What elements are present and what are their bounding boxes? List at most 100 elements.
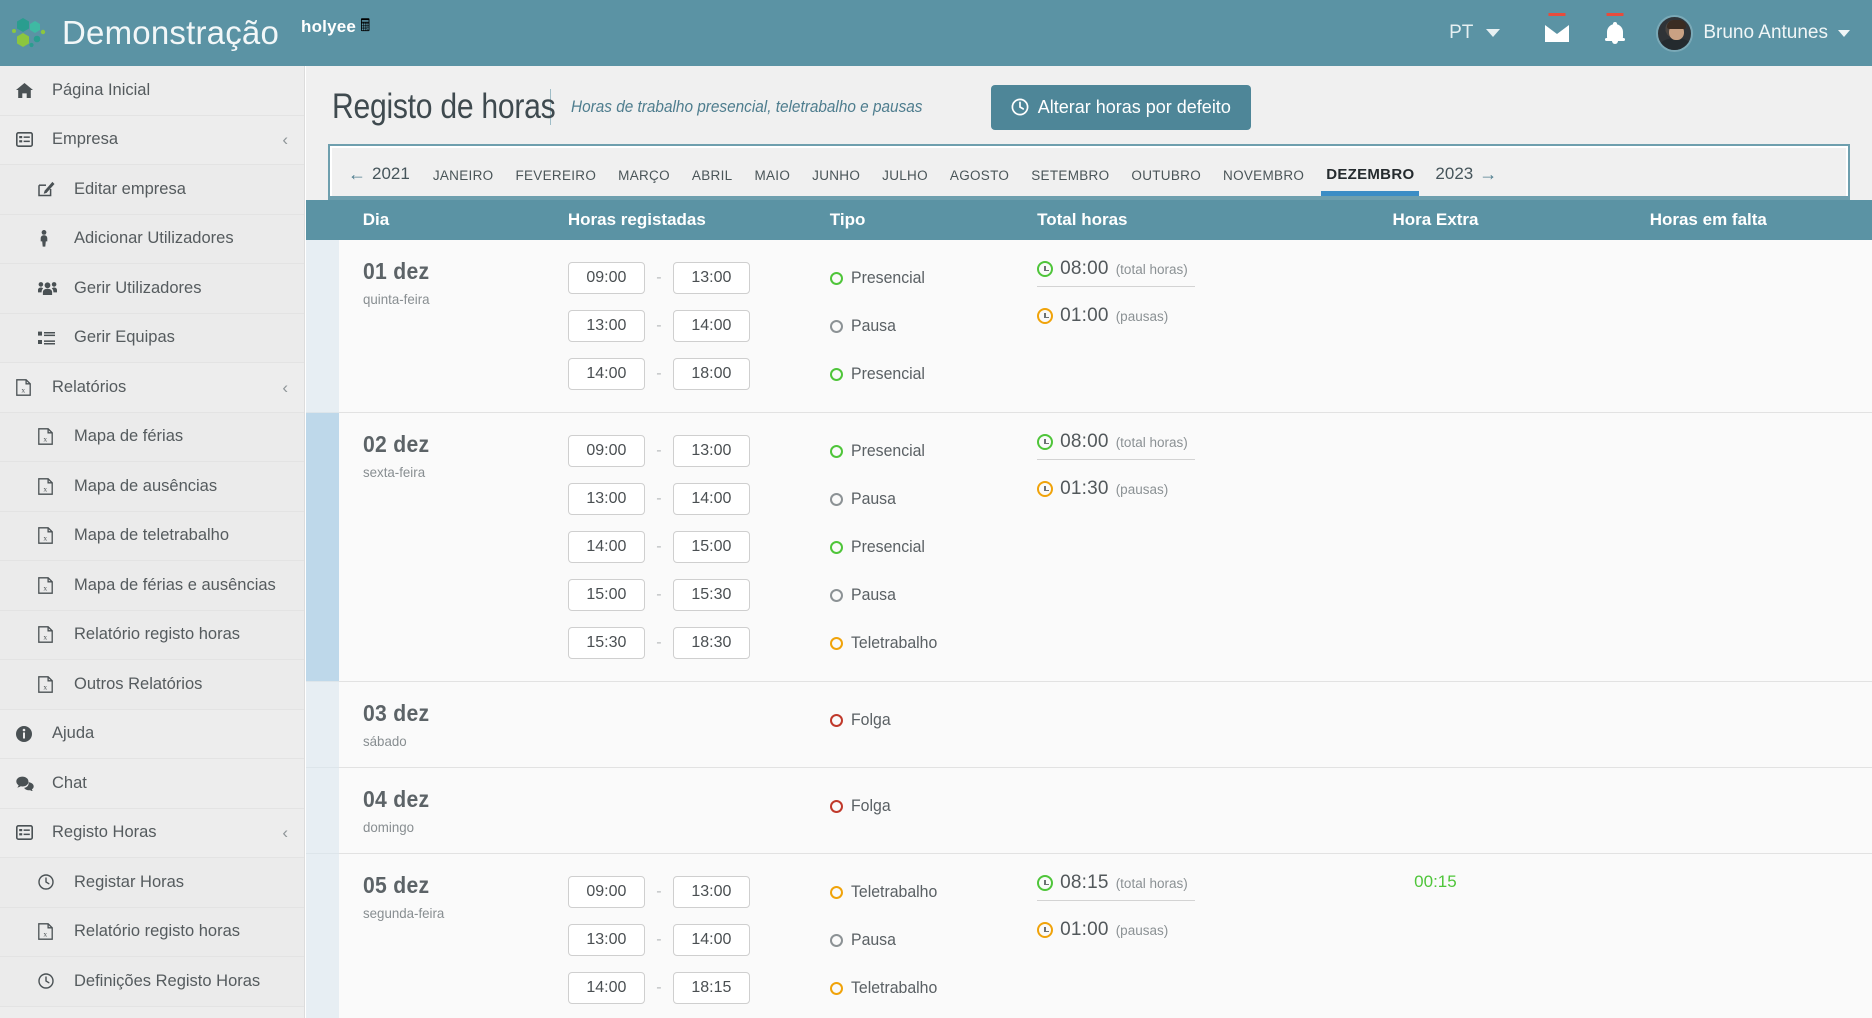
month-tab-janeiro[interactable]: JANEIRO (422, 168, 505, 196)
end-time-input[interactable]: 14:00 (673, 924, 750, 956)
start-time-input[interactable]: 09:00 (568, 435, 645, 467)
month-tab-agosto[interactable]: AGOSTO (939, 168, 1020, 196)
month-tab-abril[interactable]: ABRIL (681, 168, 744, 196)
sidebar-item-mapa-de-ferias-e-ausencias[interactable]: xMapa de férias e ausências (0, 561, 304, 611)
type-entry[interactable]: Presencial (830, 354, 1037, 394)
month-tab-julho[interactable]: JULHO (871, 168, 939, 196)
type-entry[interactable]: Presencial (830, 527, 1037, 567)
start-time-input[interactable]: 15:30 (568, 627, 645, 659)
month-tab-dezembro[interactable]: DEZEMBRO (1315, 166, 1425, 196)
end-time-input[interactable]: 14:00 (673, 483, 750, 515)
type-entry[interactable]: Pausa (830, 920, 1037, 960)
alterar-horas-por-defeito-button[interactable]: Alterar horas por defeito (991, 85, 1251, 130)
type-entry[interactable]: Teletrabalho (830, 872, 1037, 912)
user-name: Bruno Antunes (1703, 22, 1828, 44)
end-time-input[interactable]: 15:30 (673, 579, 750, 611)
sidebar-item-chat[interactable]: Chat (0, 759, 304, 809)
type-entry[interactable]: Pausa (830, 306, 1037, 346)
type-radio-icon[interactable] (830, 493, 843, 506)
sidebar-item-editar-empresa[interactable]: Editar empresa (0, 165, 304, 215)
start-time-input[interactable]: 13:00 (568, 310, 645, 342)
type-radio-icon[interactable] (830, 589, 843, 602)
end-time-input[interactable]: 13:00 (673, 262, 750, 294)
type-entry[interactable]: Presencial (830, 258, 1037, 298)
next-year-button[interactable]: 2023→ (1431, 164, 1509, 196)
type-entry[interactable]: Folga (830, 700, 1037, 740)
table-row[interactable]: 05 dezsegunda-feira09:00-13:0013:00-14:0… (306, 854, 1872, 1018)
type-radio-icon[interactable] (830, 272, 843, 285)
end-time-input[interactable]: 18:00 (673, 358, 750, 390)
start-time-input[interactable]: 14:00 (568, 972, 645, 1004)
table-row[interactable]: 01 dezquinta-feira09:00-13:0013:00-14:00… (306, 240, 1872, 413)
sidebar-item-gerir-utilizadores[interactable]: Gerir Utilizadores (0, 264, 304, 314)
sidebar-item-registar-horas[interactable]: Registar Horas (0, 858, 304, 908)
month-tab-novembro[interactable]: NOVEMBRO (1212, 168, 1315, 196)
type-radio-icon[interactable] (830, 541, 843, 554)
start-time-input[interactable]: 09:00 (568, 262, 645, 294)
user-menu[interactable]: Bruno Antunes (1644, 15, 1850, 52)
end-time-input[interactable]: 18:30 (673, 627, 750, 659)
type-entry[interactable]: Pausa (830, 479, 1037, 519)
sidebar-item-registo-horas[interactable]: Registo Horas‹ (0, 809, 304, 859)
end-time-input[interactable]: 18:15 (673, 972, 750, 1004)
sidebar-item-mapa-de-teletrabalho[interactable]: xMapa de teletrabalho (0, 512, 304, 562)
type-entry[interactable]: Pausa (830, 575, 1037, 615)
sidebar-item-pagina-inicial[interactable]: Página Inicial (0, 66, 304, 116)
type-radio-icon[interactable] (830, 445, 843, 458)
sidebar-item-empresa[interactable]: Empresa‹ (0, 116, 304, 166)
pausas-value: 01:00(pausas) (1037, 919, 1326, 941)
start-time-input[interactable]: 09:00 (568, 876, 645, 908)
type-entry[interactable]: Teletrabalho (830, 968, 1037, 1008)
month-tab-junho[interactable]: JUNHO (801, 168, 871, 196)
hours-table-wrapper: Dia Horas registadas Tipo Total horas Ho… (306, 200, 1872, 1018)
previous-year-button[interactable]: ←2021 (344, 164, 422, 196)
sidebar-item-relatorio-registo-horas[interactable]: xRelatório registo horas (0, 611, 304, 661)
sidebar-item-mapa-de-ferias[interactable]: xMapa de férias (0, 413, 304, 463)
month-tab-setembro[interactable]: SETEMBRO (1020, 168, 1120, 196)
end-time-input[interactable]: 15:00 (673, 531, 750, 563)
table-row[interactable]: 02 dezsexta-feira09:00-13:0013:00-14:001… (306, 413, 1872, 682)
start-time-input[interactable]: 13:00 (568, 924, 645, 956)
month-tab-marco[interactable]: MARÇO (607, 168, 681, 196)
brand[interactable]: Demonstração (0, 10, 279, 56)
start-time-input[interactable]: 14:00 (568, 531, 645, 563)
end-time-input[interactable]: 13:00 (673, 876, 750, 908)
start-time-input[interactable]: 15:00 (568, 579, 645, 611)
type-radio-icon[interactable] (830, 800, 843, 813)
total-horas-value: 08:15(total horas) (1037, 872, 1195, 901)
sidebar-item-gerir-equipas[interactable]: Gerir Equipas (0, 314, 304, 364)
start-time-input[interactable]: 14:00 (568, 358, 645, 390)
start-time-input[interactable]: 13:00 (568, 483, 645, 515)
table-row[interactable]: 04 dezdomingoFolga (306, 768, 1872, 854)
notifications-button[interactable] (1586, 10, 1644, 56)
svg-text:x: x (43, 534, 47, 543)
type-radio-icon[interactable] (830, 368, 843, 381)
type-radio-icon[interactable] (830, 934, 843, 947)
sidebar-navigation: Página InicialEmpresa‹Editar empresaAdic… (0, 66, 305, 1018)
type-entry[interactable]: Presencial (830, 431, 1037, 471)
language-selector[interactable]: PT (1421, 22, 1528, 44)
type-radio-icon[interactable] (830, 714, 843, 727)
type-label: Pausa (851, 931, 896, 950)
type-radio-icon[interactable] (830, 637, 843, 650)
sidebar-item-relatorio-registo-horas[interactable]: xRelatório registo horas (0, 908, 304, 958)
type-entry[interactable]: Folga (830, 786, 1037, 826)
month-tab-fevereiro[interactable]: FEVEREIRO (504, 168, 607, 196)
month-tab-maio[interactable]: MAIO (743, 168, 801, 196)
sidebar-item-ajuda[interactable]: Ajuda (0, 710, 304, 760)
type-radio-icon[interactable] (830, 886, 843, 899)
end-time-input[interactable]: 13:00 (673, 435, 750, 467)
type-entry[interactable]: Teletrabalho (830, 623, 1037, 663)
sidebar-item-outros-relatorios[interactable]: xOutros Relatórios (0, 660, 304, 710)
type-radio-icon[interactable] (830, 320, 843, 333)
end-time-input[interactable]: 14:00 (673, 310, 750, 342)
sidebar-item-adicionar-utilizadores[interactable]: Adicionar Utilizadores (0, 215, 304, 265)
messages-button[interactable] (1528, 10, 1586, 56)
sidebar-item-relatorios[interactable]: xRelatórios‹ (0, 363, 304, 413)
table-row[interactable]: 03 dezsábadoFolga (306, 682, 1872, 768)
type-radio-icon[interactable] (830, 982, 843, 995)
sidebar-item-definicoes-registo-horas[interactable]: Definições Registo Horas (0, 957, 304, 1007)
sidebar-item-mapa-de-ausencias[interactable]: xMapa de ausências (0, 462, 304, 512)
sidebar-item-label: Chat (52, 774, 87, 793)
month-tab-outubro[interactable]: OUTUBRO (1120, 168, 1212, 196)
